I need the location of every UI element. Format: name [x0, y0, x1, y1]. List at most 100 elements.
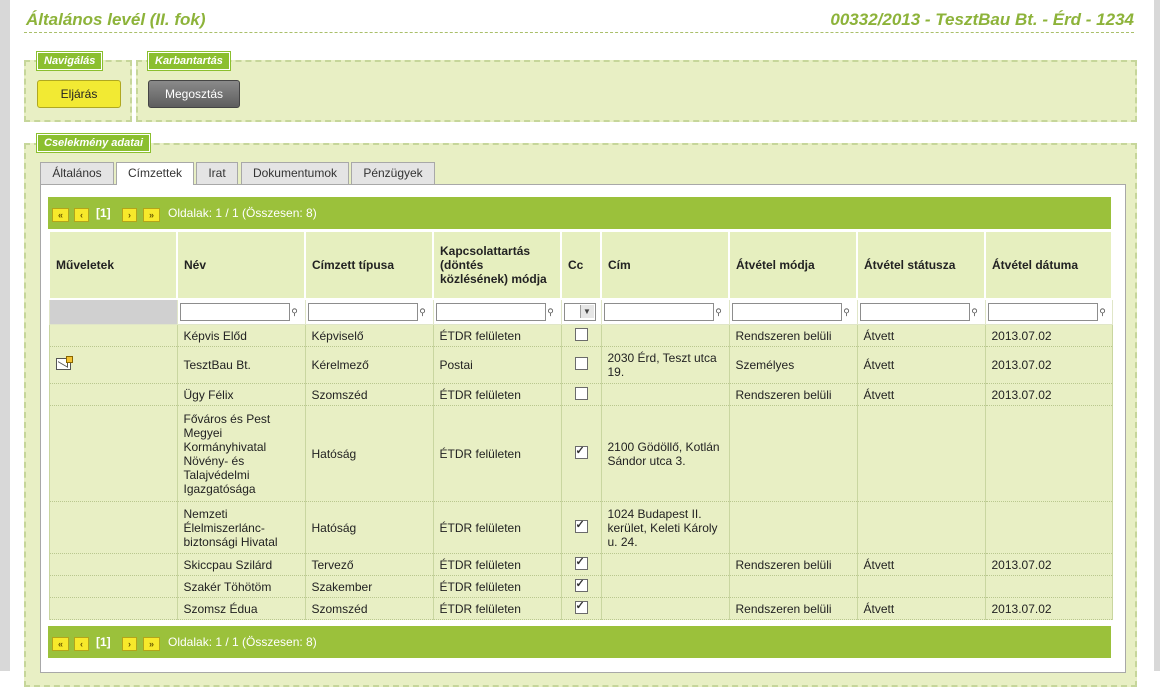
table-row[interactable]: TesztBau Bt. Kérelmező Postai 2030 Érd, Tes…	[48, 346, 1113, 384]
column-header-type[interactable]: Címzett típusa	[304, 230, 434, 300]
header-row: Műveletek Név Címzett típusa Kapcsolatta…	[48, 230, 1113, 300]
filter-icon[interactable]: ⚲	[418, 305, 428, 319]
filter-icon[interactable]: ⚲	[970, 305, 980, 319]
current-page[interactable]: [1]	[96, 206, 111, 220]
receipt-date-cell	[984, 575, 1113, 598]
actions-cell	[48, 575, 178, 598]
first-page-button[interactable]: «	[52, 208, 69, 222]
cc-checkbox[interactable]	[574, 518, 588, 533]
filter-cc-cell: ▼	[560, 298, 602, 325]
filter-icon[interactable]: ⚲	[714, 305, 724, 319]
table-row[interactable]: Ügy Félix Szomszéd ÉTDR felületen Rendszere…	[48, 383, 1113, 406]
receipt-status-cell: Átvett	[856, 383, 986, 406]
type-cell: Hatóság	[304, 405, 434, 502]
receipt-date-cell: 2013.07.02	[984, 597, 1113, 620]
filter-type-input[interactable]	[307, 303, 418, 321]
filter-receipt-date-input[interactable]	[987, 303, 1098, 321]
maintenance-section	[136, 60, 1137, 122]
column-header-receipt-status[interactable]: Átvétel státusza	[856, 230, 986, 300]
table-row[interactable]: Főváros és Pest Megyei Kormányhivatal Nö…	[48, 405, 1113, 502]
column-header-cc[interactable]: Cc	[560, 230, 602, 300]
filter-receipt-mode-input[interactable]	[731, 303, 842, 321]
tab-cimzettek[interactable]: Címzettek	[116, 162, 194, 185]
cc-cell	[560, 405, 602, 502]
cc-checkbox[interactable]	[574, 357, 588, 370]
table-row[interactable]: Skiccpau SzilárdTervezőÉTDR felületen Ren…	[48, 553, 1113, 576]
cc-checkbox[interactable]	[574, 444, 588, 459]
pager-bottom: « ‹ [1] › » Oldalak: 1 / 1 (Összesen: 8)	[48, 626, 1111, 658]
table-row[interactable]: Szomsz ÉduaSzomszédÉTDR felületen Rendsze…	[48, 597, 1113, 620]
receipt-mode-cell	[728, 501, 858, 554]
action-data-legend: Cselekmény adatai	[35, 133, 152, 153]
receipt-status-cell: Átvett	[856, 553, 986, 576]
prev-page-button[interactable]: ‹	[74, 208, 89, 222]
column-header-receipt-date[interactable]: Átvétel dátuma	[984, 230, 1113, 300]
page-title: Általános levél (II. fok)	[26, 10, 206, 29]
cc-checkbox[interactable]	[574, 599, 588, 614]
cc-checkbox[interactable]	[574, 555, 588, 570]
receipt-status-cell: Átvett	[856, 324, 986, 347]
column-header-address[interactable]: Cím	[600, 230, 730, 300]
filter-row: ⚲ ⚲ ⚲ ▼ ⚲ ⚲ ⚲ ⚲	[48, 298, 1113, 325]
filter-receipt-status-input[interactable]	[859, 303, 970, 321]
receipt-date-cell: 2013.07.02	[984, 346, 1113, 384]
address-cell	[600, 575, 730, 598]
last-page-button[interactable]: »	[143, 208, 160, 222]
table-row[interactable]: Képvis Előd Képviselő ÉTDR felületen Rendsz…	[48, 324, 1113, 347]
next-page-button[interactable]: ›	[122, 208, 137, 222]
share-button[interactable]: Megosztás	[148, 80, 240, 108]
current-page[interactable]: [1]	[96, 635, 111, 649]
filter-icon[interactable]: ⚲	[546, 305, 556, 319]
tab-altalanos[interactable]: Általános	[40, 162, 114, 184]
cc-checkbox[interactable]	[574, 577, 588, 592]
name-cell: Főváros és Pest Megyei Kormányhivatal Nö…	[176, 405, 306, 502]
column-header-contact[interactable]: Kapcsolattartás (döntés közlésének) módj…	[432, 230, 562, 300]
name-cell: Ügy Félix	[176, 383, 306, 406]
contact-cell: ÉTDR felületen	[432, 553, 562, 576]
table-row[interactable]: Szakér Töhötöm Szakember ÉTDR felületen	[48, 575, 1113, 598]
column-header-name[interactable]: Név	[176, 230, 306, 300]
cc-cell	[560, 324, 602, 347]
last-page-button[interactable]: »	[143, 637, 160, 651]
column-header-receipt-mode[interactable]: Átvétel módja	[728, 230, 858, 300]
first-page-button[interactable]: «	[52, 637, 69, 651]
tab-irat[interactable]: Irat	[196, 162, 238, 184]
receipt-mode-cell: Rendszeren belüli	[728, 324, 858, 347]
filter-name-cell: ⚲	[176, 298, 306, 325]
filter-cc-select[interactable]: ▼	[563, 303, 596, 321]
contact-cell: ÉTDR felületen	[432, 575, 562, 598]
filter-icon[interactable]: ⚲	[1098, 305, 1108, 319]
filter-contact-input[interactable]	[435, 303, 546, 321]
mail-edit-icon[interactable]	[55, 355, 73, 370]
table-row[interactable]: Nemzeti Élelmiszerlánc-biztonsági Hivata…	[48, 501, 1113, 554]
filter-type-cell: ⚲	[304, 298, 434, 325]
receipt-mode-cell	[728, 405, 858, 502]
cc-cell	[560, 553, 602, 576]
filter-receipt-mode-cell: ⚲	[728, 298, 858, 325]
filter-address-input[interactable]	[603, 303, 714, 321]
prev-page-button[interactable]: ‹	[74, 637, 89, 651]
cc-checkbox[interactable]	[574, 386, 588, 400]
contact-cell: ÉTDR felületen	[432, 405, 562, 502]
contact-cell: Postai	[432, 346, 562, 384]
next-page-button[interactable]: ›	[122, 637, 137, 651]
filter-icon[interactable]: ⚲	[842, 305, 852, 319]
column-header-actions[interactable]: Műveletek	[48, 230, 178, 300]
cc-cell	[560, 346, 602, 384]
actions-cell	[48, 346, 178, 384]
receipt-mode-cell: Rendszeren belüli	[728, 383, 858, 406]
page-info: Oldalak: 1 / 1 (Összesen: 8)	[168, 635, 317, 649]
filter-name-input[interactable]	[179, 303, 290, 321]
scrollbar[interactable]	[1154, 0, 1160, 671]
pager-top: « ‹ [1] › » Oldalak: 1 / 1 (Összesen: 8)	[48, 197, 1111, 229]
name-cell: Szakér Töhötöm	[176, 575, 306, 598]
navigation-legend: Navigálás	[35, 51, 104, 71]
name-cell: Skiccpau Szilárd	[176, 553, 306, 576]
tab-dokumentumok[interactable]: Dokumentumok	[241, 162, 349, 184]
recipients-table: Műveletek Név Címzett típusa Kapcsolatta…	[48, 230, 1113, 620]
filter-icon[interactable]: ⚲	[290, 305, 300, 319]
tab-penzugyek[interactable]: Pénzügyek	[351, 162, 435, 184]
cc-checkbox[interactable]	[574, 327, 588, 341]
name-cell: Szomsz Édua	[176, 597, 306, 620]
procedure-button[interactable]: Eljárás	[37, 80, 121, 108]
